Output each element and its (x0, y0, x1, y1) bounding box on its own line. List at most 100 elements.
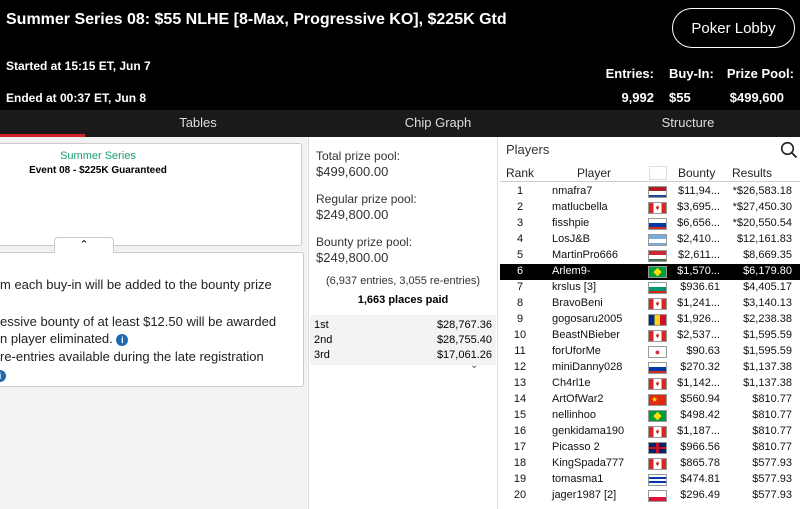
buyin-value: $55 (669, 90, 691, 105)
player-name: matlucbella (552, 201, 608, 213)
player-bounty: $6,656... (677, 217, 720, 229)
bounty-prize-label: Bounty prize pool: (316, 235, 413, 249)
rank-column-header[interactable]: Rank (506, 166, 534, 180)
player-row[interactable]: 5 MartinPro666 $2,611... $8,669.35 (500, 248, 800, 264)
payout-row: 1st $28,767.36 (310, 319, 496, 334)
tab-tables[interactable]: Tables (100, 110, 296, 137)
player-row[interactable]: 16 genkidama190 ♦ $1,187... $810.77 (500, 424, 800, 440)
player-row[interactable]: 3 fisshpie $6,656... *$20,550.54 (500, 216, 800, 232)
player-name: nmafra7 (552, 185, 593, 197)
player-row[interactable]: 12 miniDanny028 $270.32 $1,137.38 (500, 360, 800, 376)
player-row[interactable]: 2 matlucbella ♦ $3,695... *$27,450.30 (500, 200, 800, 216)
info-icon[interactable]: i (116, 333, 129, 346)
player-result: $810.77 (752, 409, 792, 421)
search-icon[interactable] (780, 141, 798, 159)
flag-column-icon (649, 166, 667, 180)
total-prize-value: $499,600.00 (316, 164, 389, 179)
country-flag-icon: ◆ (648, 266, 667, 278)
start-time: Started at 15:15 ET, Jun 7 (6, 59, 151, 73)
player-bounty: $296.49 (680, 489, 720, 501)
country-flag-icon: ♦ (648, 426, 667, 438)
payout-table: 1st $28,767.36 2nd $28,755.40 3rd $17,06… (310, 315, 496, 365)
player-result: *$20,550.54 (732, 217, 792, 229)
player-row[interactable]: 13 Ch4rl1e ♦ $1,142... $1,137.38 (500, 376, 800, 392)
player-rank: 9 (516, 313, 524, 325)
player-rank: 2 (516, 201, 524, 213)
entries-note: (6,937 entries, 3,055 re-entries) (325, 275, 481, 287)
country-flag-icon: ♦ (648, 330, 667, 342)
player-name: Picasso 2 (552, 441, 600, 453)
poker-lobby-button[interactable]: Poker Lobby (672, 8, 795, 48)
player-name: forUforMe (552, 345, 601, 357)
chevron-down-icon[interactable]: ⌄ (470, 360, 478, 371)
player-rank: 4 (516, 233, 524, 245)
country-flag-icon: ♦ (648, 378, 667, 390)
player-bounty: $270.32 (680, 361, 720, 373)
player-bounty: $1,926... (677, 313, 720, 325)
player-result: $810.77 (752, 425, 792, 437)
bounty-column-header[interactable]: Bounty (678, 166, 715, 180)
collapse-toggle[interactable]: ⌃ (54, 237, 114, 253)
tournament-header: Summer Series 08: $55 NLHE [8-Max, Progr… (0, 0, 800, 110)
player-rank: 5 (516, 249, 524, 261)
player-rank: 8 (516, 297, 524, 309)
player-row[interactable]: 6 Arlem9- ◆ $1,570... $6,179.80 (500, 264, 800, 280)
player-row[interactable]: 9 gogosaru2005 $1,926... $2,238.38 (500, 312, 800, 328)
player-name: BravoBeni (552, 297, 603, 309)
player-name: ArtOfWar2 (552, 393, 604, 405)
tab-chip-graph[interactable]: Chip Graph (340, 110, 536, 137)
player-rank: 15 (513, 409, 527, 421)
player-row[interactable]: 7 krslus [3] $936.61 $4,405.17 (500, 280, 800, 296)
player-name: LosJ&B (552, 233, 590, 245)
country-flag-icon (648, 490, 667, 502)
country-flag-icon (648, 314, 667, 326)
info-line-2: essive bounty of at least $12.50 will be… (0, 314, 277, 329)
event-name: Event 08 - $225K Guaranteed (29, 165, 167, 176)
player-name: Ch4rl1e (552, 377, 591, 389)
player-row[interactable]: 19 tomasma1 $474.81 $577.93 (500, 472, 800, 488)
regular-prize-label: Regular prize pool: (316, 192, 417, 206)
player-column-header[interactable]: Player (577, 166, 611, 180)
player-name: fisshpie (552, 217, 590, 229)
player-result: *$27,450.30 (732, 201, 792, 213)
player-rank: 17 (513, 441, 527, 453)
player-rank: 19 (513, 473, 527, 485)
payout-row: 2nd $28,755.40 (310, 334, 496, 349)
country-flag-icon (648, 442, 667, 454)
buyin-label: Buy-In: (669, 66, 714, 81)
country-flag-icon (648, 218, 667, 230)
country-flag-icon (648, 250, 667, 262)
payout-amount: $28,755.40 (436, 334, 492, 346)
player-row[interactable]: 8 BravoBeni ♦ $1,241... $3,140.13 (500, 296, 800, 312)
player-row[interactable]: 11 forUforMe ● $90.63 $1,595.59 (500, 344, 800, 360)
total-prize-label: Total prize pool: (316, 149, 401, 163)
player-row[interactable]: 14 ArtOfWar2 ★ $560.94 $810.77 (500, 392, 800, 408)
player-row[interactable]: 18 KingSpada777 ♦ $865.78 $577.93 (500, 456, 800, 472)
info-icon[interactable]: i (0, 369, 6, 382)
player-rank: 14 (513, 393, 527, 405)
regular-prize-value: $249,800.00 (316, 207, 389, 222)
payout-place: 3rd (314, 349, 330, 361)
player-row[interactable]: 17 Picasso 2 $966.56 $810.77 (500, 440, 800, 456)
player-result: $6,179.80 (743, 265, 792, 277)
player-row[interactable]: 1 nmafra7 $11,94... *$26,583.18 (500, 184, 800, 200)
player-bounty: $11,94... (678, 185, 720, 197)
country-flag-icon (648, 362, 667, 374)
player-bounty: $90.63 (686, 345, 720, 357)
player-bounty: $498.42 (680, 409, 720, 421)
country-flag-icon: ◆ (648, 410, 667, 422)
player-row[interactable]: 15 nellinhoo ◆ $498.42 $810.77 (500, 408, 800, 424)
player-row[interactable]: 4 LosJ&B $2,410... $12,161.83 (500, 232, 800, 248)
tab-structure[interactable]: Structure (590, 110, 786, 137)
player-rank: 6 (516, 265, 524, 277)
players-title: Players (506, 142, 550, 157)
results-column-header[interactable]: Results (732, 166, 772, 180)
player-name: tomasma1 (552, 473, 604, 485)
player-bounty: $474.81 (680, 473, 720, 485)
player-name: jager1987 [2] (552, 489, 617, 501)
player-row[interactable]: 10 BeastNBieber ♦ $2,537... $1,595.59 (500, 328, 800, 344)
player-bounty: $1,187... (677, 425, 720, 437)
player-bounty: $3,695... (677, 201, 720, 213)
prize-pool-label: Prize Pool: (726, 66, 794, 81)
player-row[interactable]: 20 jager1987 [2] $296.49 $577.93 (500, 488, 800, 504)
